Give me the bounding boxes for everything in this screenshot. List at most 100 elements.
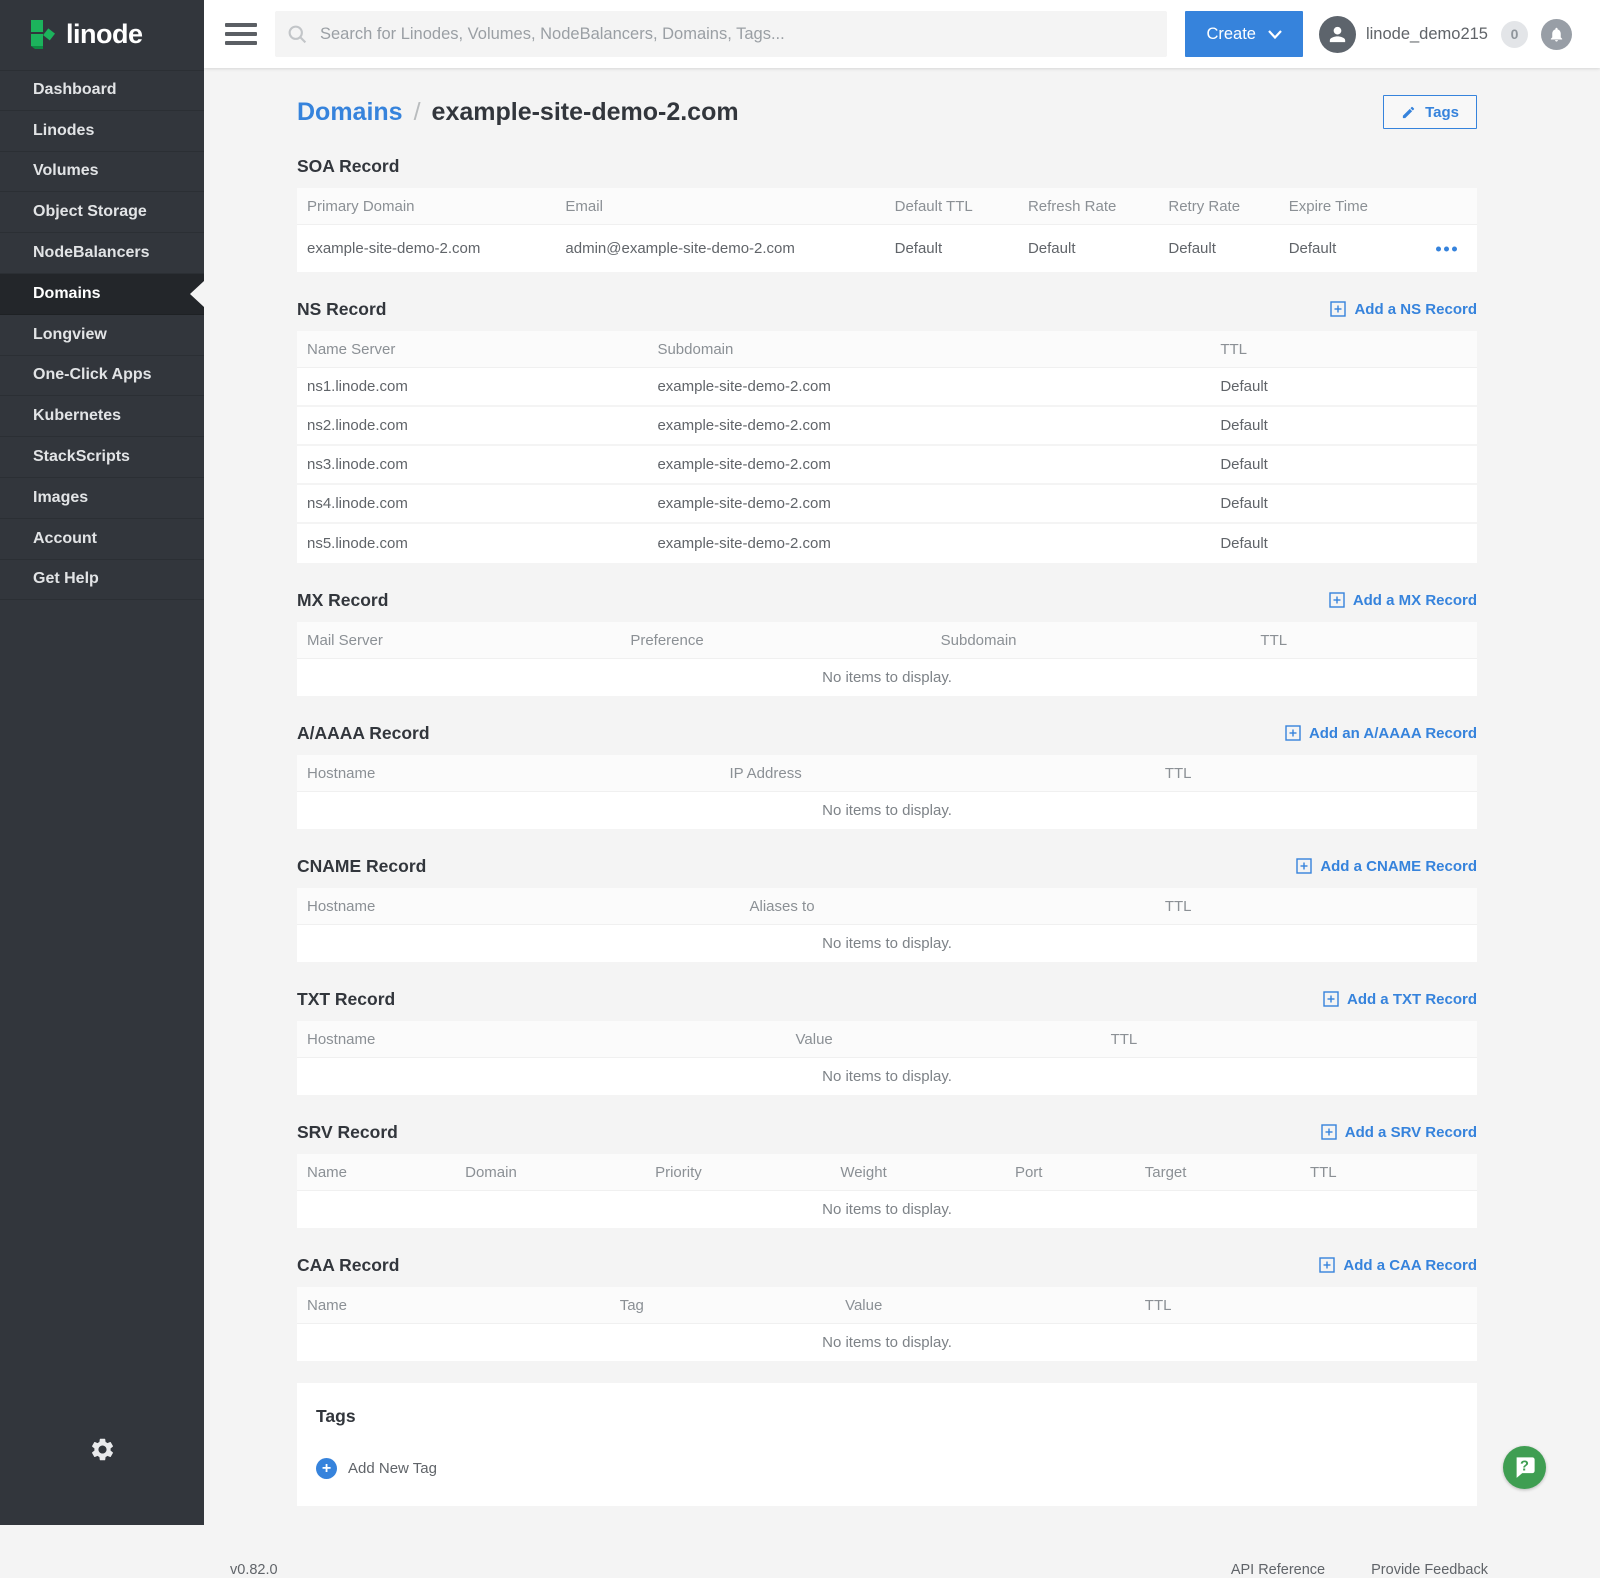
notification-count-badge[interactable]: 0 [1501,21,1528,48]
section-mx: MX Record Add a MX Record Mail ServerPrefe… [297,587,1477,696]
sidebar-item-volumes[interactable]: Volumes [0,152,204,193]
sidebar-item-one-click-apps[interactable]: One-Click Apps [0,356,204,397]
record-sections: SOA RecordPrimary DomainEmailDefault TTL… [297,153,1477,1361]
ns-table-row-0: ns1.linode.comexample-site-demo-2.comDef… [297,368,1477,407]
add-record-icon [1319,1257,1335,1273]
svg-text:?: ? [1520,1459,1529,1475]
column-header-tag: Tag [610,1297,835,1314]
column-header-port: Port [1005,1164,1135,1181]
empty-message: No items to display. [297,1324,1477,1361]
sidebar-item-dashboard[interactable]: Dashboard [0,70,204,111]
section-title-cname: CNAME Record [297,856,426,877]
search-input[interactable] [318,24,1155,45]
column-header-target: Target [1135,1164,1300,1181]
add-txt-record-link[interactable]: Add a TXT Record [1323,991,1477,1008]
column-header-mail-server: Mail Server [297,632,620,649]
section-ns: NS RecordAdd a NS RecordName ServerSubdo… [297,296,1477,563]
section-a-aaaa: A/AAAA RecordAdd an A/AAAA RecordHostnam… [297,720,1477,829]
section-txt: TXT RecordAdd a TXT RecordHostnameValueT… [297,986,1477,1095]
ns-table-row-4: ns5.linode.comexample-site-demo-2.comDef… [297,524,1477,563]
sidebar-item-domains[interactable]: Domains [0,274,204,315]
add-record-icon [1330,301,1346,317]
create-button[interactable]: Create [1185,11,1303,57]
empty-message: No items to display. [297,1058,1477,1095]
add-cname-record-label: Add a CNAME Record [1320,858,1477,875]
row-actions-ellipsis-button[interactable] [1430,240,1463,257]
add-new-tag-label: Add New Tag [348,1460,437,1477]
linode-logo[interactable]: linode [0,0,204,68]
avatar[interactable] [1319,16,1356,53]
search-box [275,11,1167,57]
footer: v0.82.0 API Reference Provide Feedback [204,1562,1600,1578]
menu-button[interactable] [225,23,257,45]
column-header-aliases-to: Aliases to [740,898,1155,915]
column-header-weight: Weight [830,1164,1005,1181]
cell-ttl: Default [1210,378,1477,395]
column-header-value: Value [835,1297,1135,1314]
gear-icon[interactable] [89,1436,116,1463]
empty-message: No items to display. [297,659,1477,696]
notifications-button[interactable] [1541,19,1572,50]
add-a-aaaa-record-link[interactable]: Add an A/AAAA Record [1285,725,1477,742]
section-cname: CNAME RecordAdd a CNAME RecordHostnameAl… [297,853,1477,962]
column-header-expire-time: Expire Time [1279,198,1477,215]
caa-table: NameTagValueTTLNo items to display. [297,1287,1477,1361]
sidebar-item-stackscripts[interactable]: StackScripts [0,437,204,478]
sidebar-item-object-storage[interactable]: Object Storage [0,192,204,233]
edit-tags-button[interactable]: Tags [1383,95,1477,129]
ns-table-row-3: ns4.linode.comexample-site-demo-2.comDef… [297,485,1477,524]
ns-table-row-1: ns2.linode.comexample-site-demo-2.comDef… [297,407,1477,446]
cell-email: admin@example-site-demo-2.com [555,240,884,257]
sidebar-item-images[interactable]: Images [0,478,204,519]
tags-panel: Tags + Add New Tag [297,1383,1477,1506]
add-record-icon [1285,725,1301,741]
add-srv-record-label: Add a SRV Record [1345,1124,1477,1141]
search-icon [287,24,308,45]
column-header-default-ttl: Default TTL [885,198,1018,215]
add-a-aaaa-record-label: Add an A/AAAA Record [1309,725,1477,742]
cell-ttl: Default [1210,495,1477,512]
add-srv-record-link[interactable]: Add a SRV Record [1321,1124,1477,1141]
soa-table-row-0: example-site-demo-2.comadmin@example-sit… [297,225,1477,272]
add-ns-record-label: Add a NS Record [1354,301,1477,318]
column-header-primary-domain: Primary Domain [297,198,555,215]
sidebar-item-linodes[interactable]: Linodes [0,111,204,152]
plus-circle-icon: + [316,1458,337,1479]
sidebar: linode DashboardLinodesVolumesObject Sto… [0,0,204,1525]
section-soa: SOA RecordPrimary DomainEmailDefault TTL… [297,153,1477,272]
pencil-icon [1401,105,1416,120]
cell-name-server: ns2.linode.com [297,417,647,434]
provide-feedback-link[interactable]: Provide Feedback [1371,1562,1488,1578]
sidebar-item-account[interactable]: Account [0,519,204,560]
sidebar-item-longview[interactable]: Longview [0,315,204,356]
add-cname-record-link[interactable]: Add a CNAME Record [1296,858,1477,875]
sidebar-item-kubernetes[interactable]: Kubernetes [0,396,204,437]
add-caa-record-link[interactable]: Add a CAA Record [1319,1257,1477,1274]
column-header-subdomain: Subdomain [647,341,1210,358]
add-mx-record-label: Add a MX Record [1353,592,1477,609]
help-button[interactable]: ? [1503,1446,1546,1489]
cell-primary-domain: example-site-demo-2.com [297,240,555,257]
section-title-mx: MX Record [297,590,388,611]
add-mx-record-link[interactable]: Add a MX Record [1329,592,1477,609]
sidebar-nav: DashboardLinodesVolumesObject StorageNod… [0,70,204,600]
breadcrumb: Domains / example-site-demo-2.com [297,98,739,127]
username[interactable]: linode_demo215 [1366,25,1488,44]
sidebar-item-get-help[interactable]: Get Help [0,560,204,601]
add-caa-record-label: Add a CAA Record [1343,1257,1477,1274]
cell-subdomain: example-site-demo-2.com [647,456,1210,473]
ns-table-header: Name ServerSubdomainTTL [297,331,1477,368]
breadcrumb-domains-link[interactable]: Domains [297,98,403,127]
mx-table: Mail ServerPreferenceSubdomainTTLNo item… [297,622,1477,696]
txt-table: HostnameValueTTLNo items to display. [297,1021,1477,1095]
column-header-ttl: TTL [1155,898,1477,915]
add-txt-record-label: Add a TXT Record [1347,991,1477,1008]
column-header-ttl: TTL [1155,765,1477,782]
api-reference-link[interactable]: API Reference [1231,1562,1325,1578]
add-ns-record-link[interactable]: Add a NS Record [1330,301,1477,318]
sidebar-item-nodebalancers[interactable]: NodeBalancers [0,233,204,274]
cell-refresh-rate: Default [1018,240,1158,257]
section-title-caa: CAA Record [297,1255,399,1276]
column-header-domain: Domain [455,1164,645,1181]
add-new-tag-button[interactable]: + Add New Tag [316,1458,437,1479]
